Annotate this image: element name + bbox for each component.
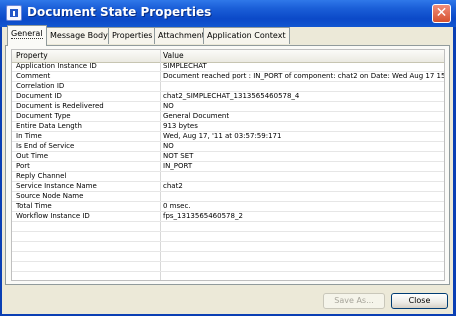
properties-table[interactable]: Property Value Application Instance ID SI… [11, 49, 445, 281]
table-row[interactable] [12, 252, 444, 262]
property-name: Document Type [16, 112, 71, 120]
table-row[interactable]: Entire Data Length 913 bytes [12, 122, 444, 132]
property-name: Reply Channel [16, 172, 67, 180]
property-name: Out Time [16, 152, 49, 160]
table-row[interactable]: Document ID chat2_SIMPLECHAT_131356546057… [12, 92, 444, 102]
property-value: chat2 [163, 182, 183, 190]
table-row[interactable] [12, 262, 444, 272]
document-icon [6, 5, 22, 21]
close-button[interactable]: Close [391, 293, 448, 309]
table-row[interactable]: Out Time NOT SET [12, 152, 444, 162]
property-value: chat2_SIMPLECHAT_1313565460578_4 [163, 92, 300, 100]
property-name: In Time [16, 132, 42, 140]
property-value: fps_1313565460578_2 [163, 212, 243, 220]
property-name: Is End of Service [16, 142, 75, 150]
property-name: Entire Data Length [16, 122, 82, 130]
column-header-property[interactable]: Property [16, 51, 48, 60]
table-row[interactable] [12, 272, 444, 280]
general-tab-panel: Property Value Application Instance ID SI… [5, 45, 450, 285]
table-row[interactable]: Comment Document reached port : IN_PORT o… [12, 72, 444, 82]
table-row[interactable]: Document is Redelivered NO [12, 102, 444, 112]
table-row[interactable]: Source Node Name [12, 192, 444, 202]
tab-label: General [11, 29, 43, 39]
table-row[interactable]: Port IN_PORT [12, 162, 444, 172]
table-row[interactable]: Correlation ID [12, 82, 444, 92]
dialog-window: Document State Properties ✕ General Mess… [0, 0, 456, 316]
table-body: Application Instance ID SIMPLECHAT Comment… [12, 62, 444, 280]
dialog-body: General Message Body Properties Attachme… [2, 25, 453, 314]
close-icon: ✕ [435, 5, 448, 21]
tab-general[interactable]: General [7, 25, 47, 46]
property-name: Application Instance ID [16, 62, 97, 70]
table-row[interactable] [12, 232, 444, 242]
table-row[interactable]: In Time Wed, Aug 17, '11 at 03:57:59:171 [12, 132, 444, 142]
property-value: 0 msec. [163, 202, 191, 210]
property-value: IN_PORT [163, 162, 193, 170]
property-value: SIMPLECHAT [163, 62, 207, 70]
property-name: Port [16, 162, 30, 170]
column-header-value[interactable]: Value [163, 51, 184, 60]
property-name: Document ID [16, 92, 62, 100]
property-name: Service Instance Name [16, 182, 97, 190]
property-value: NOT SET [163, 152, 194, 160]
table-row[interactable]: Service Instance Name chat2 [12, 182, 444, 192]
window-title: Document State Properties [27, 5, 212, 19]
property-value: NO [163, 102, 174, 110]
property-value: Wed, Aug 17, '11 at 03:57:59:171 [163, 132, 282, 140]
title-bar[interactable]: Document State Properties ✕ [0, 0, 456, 27]
table-row[interactable] [12, 242, 444, 252]
property-value: General Document [163, 112, 230, 120]
property-value: NO [163, 142, 174, 150]
table-row[interactable]: Total Time 0 msec. [12, 202, 444, 212]
table-row[interactable]: Document Type General Document [12, 112, 444, 122]
table-row[interactable]: Workflow Instance ID fps_1313565460578_2 [12, 212, 444, 222]
tab-application-context[interactable]: Application Context [203, 27, 290, 44]
table-row[interactable]: Is End of Service NO [12, 142, 444, 152]
tab-message-body[interactable]: Message Body [46, 27, 112, 44]
window-close-button[interactable]: ✕ [432, 4, 451, 23]
property-name: Workflow Instance ID [16, 212, 90, 220]
property-value: Document reached port : IN_PORT of compo… [163, 72, 444, 80]
tab-properties[interactable]: Properties [108, 27, 157, 44]
property-name: Total Time [16, 202, 52, 210]
property-name: Source Node Name [16, 192, 84, 200]
property-name: Correlation ID [16, 82, 65, 90]
property-name: Comment [16, 72, 51, 80]
table-row[interactable]: Application Instance ID SIMPLECHAT [12, 62, 444, 72]
table-row[interactable]: Reply Channel [12, 172, 444, 182]
save-as-button[interactable]: Save As... [323, 293, 385, 309]
property-name: Document is Redelivered [16, 102, 104, 110]
property-value: 913 bytes [163, 122, 198, 130]
table-row[interactable] [12, 222, 444, 232]
